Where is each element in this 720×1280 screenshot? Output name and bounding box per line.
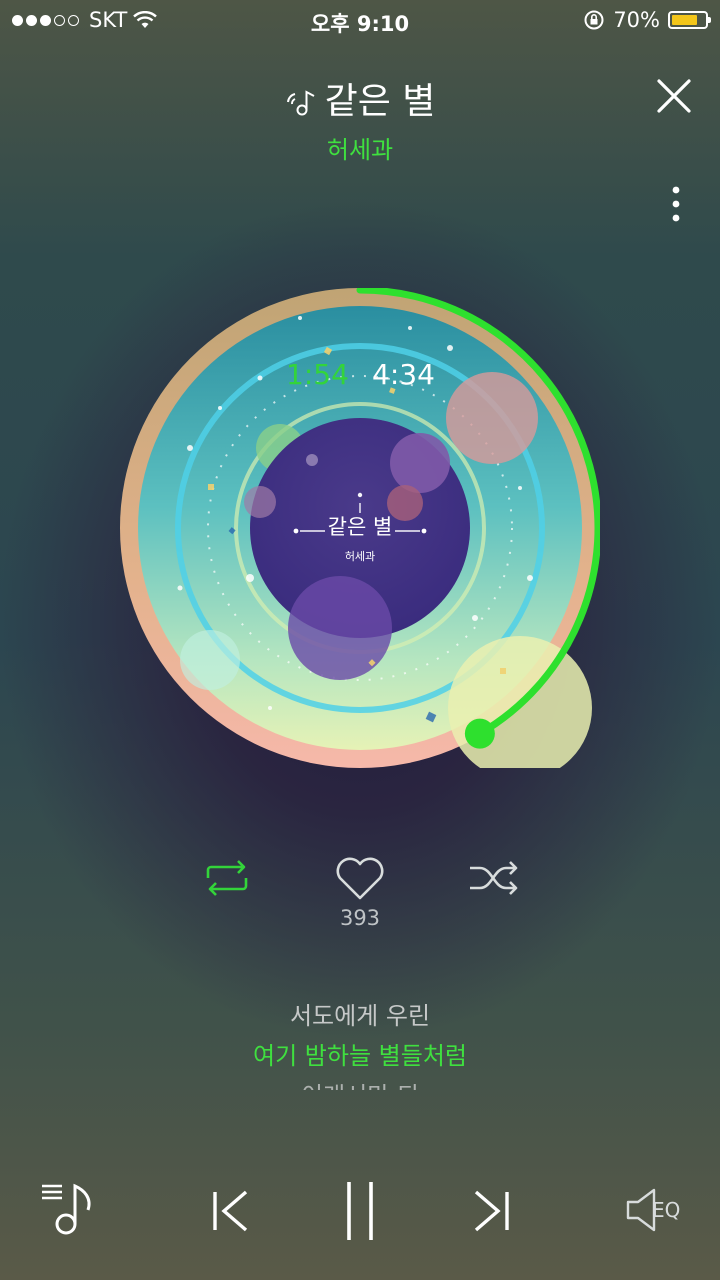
- progress-knob[interactable]: [464, 718, 495, 749]
- pause-icon[interactable]: [342, 1180, 378, 1242]
- previous-icon[interactable]: [210, 1188, 252, 1234]
- album-art-title: 같은 별: [327, 515, 393, 539]
- battery-percent: 70%: [613, 8, 660, 32]
- repeat-icon[interactable]: [202, 858, 252, 898]
- eq-button[interactable]: EQ: [622, 1186, 688, 1234]
- lyric-current-line[interactable]: 여기 밤하늘 별들처럼: [0, 1036, 720, 1071]
- artist-name[interactable]: 허세과: [0, 130, 720, 165]
- like-count: 393: [339, 906, 381, 930]
- music-note-icon: [286, 90, 315, 116]
- status-right: 70%: [583, 8, 711, 32]
- next-icon[interactable]: [470, 1188, 512, 1234]
- lyric-next-line[interactable]: 이래서만 되: [0, 1076, 720, 1090]
- heart-icon[interactable]: [334, 856, 386, 902]
- lyric-previous-line[interactable]: 서도에게 우린: [0, 996, 720, 1031]
- battery-icon: [668, 11, 711, 29]
- album-art-artist: 허세과: [344, 550, 376, 563]
- total-time: 4:34: [372, 358, 435, 391]
- status-bar: SKT 오후 9:10 70%: [0, 0, 720, 40]
- rotation-lock-icon: [584, 10, 604, 30]
- song-title-row: 같은 별: [0, 72, 720, 124]
- elapsed-time: 1:54: [286, 358, 349, 391]
- close-icon[interactable]: [654, 76, 694, 116]
- playlist-icon[interactable]: [40, 1180, 98, 1238]
- more-vertical-icon[interactable]: [666, 184, 686, 228]
- shuffle-icon[interactable]: [468, 858, 520, 898]
- song-title: 같은 별: [324, 81, 436, 122]
- eq-label: EQ: [652, 1198, 681, 1222]
